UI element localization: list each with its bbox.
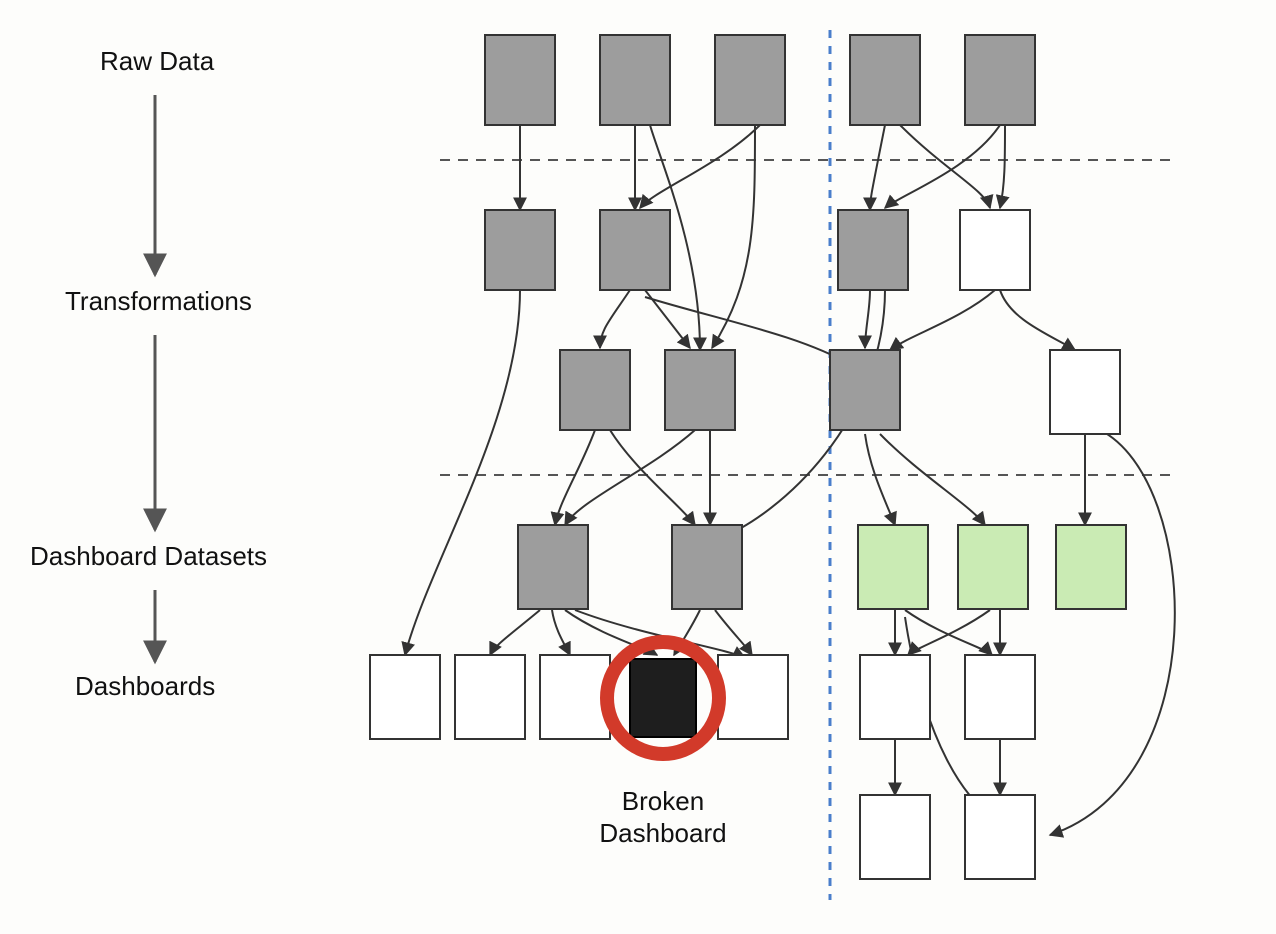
label-raw-data: Raw Data xyxy=(100,46,215,76)
caption-broken-1: Broken xyxy=(622,786,704,816)
node-dash-7 xyxy=(965,655,1035,739)
node-dash-3 xyxy=(540,655,610,739)
node-dataset-1 xyxy=(518,525,588,609)
node-transform-1a xyxy=(485,210,555,290)
node-dash-broken xyxy=(630,659,696,737)
node-dataset-2 xyxy=(672,525,742,609)
label-dashboard-datasets: Dashboard Datasets xyxy=(30,541,267,571)
node-dash-1 xyxy=(370,655,440,739)
node-raw-5 xyxy=(965,35,1035,125)
node-raw-1 xyxy=(485,35,555,125)
node-transform-2a xyxy=(560,350,630,430)
node-raw-3 xyxy=(715,35,785,125)
pipeline-diagram: Raw Data Transformations Dashboard Datas… xyxy=(0,0,1276,934)
node-transform-1d xyxy=(960,210,1030,290)
node-transform-2d xyxy=(1050,350,1120,434)
node-dash-5 xyxy=(718,655,788,739)
node-transform-2c xyxy=(830,350,900,430)
node-transform-2b xyxy=(665,350,735,430)
node-dash-6 xyxy=(860,655,930,739)
node-dataset-5 xyxy=(1056,525,1126,609)
node-raw-4 xyxy=(850,35,920,125)
node-dataset-4 xyxy=(958,525,1028,609)
node-dash-2 xyxy=(455,655,525,739)
node-raw-2 xyxy=(600,35,670,125)
caption-broken-2: Dashboard xyxy=(599,818,726,848)
node-dataset-3 xyxy=(858,525,928,609)
node-dash-9 xyxy=(965,795,1035,879)
node-transform-1b xyxy=(600,210,670,290)
label-dashboards: Dashboards xyxy=(75,671,215,701)
node-transform-1c xyxy=(838,210,908,290)
label-transformations: Transformations xyxy=(65,286,252,316)
node-dash-8 xyxy=(860,795,930,879)
